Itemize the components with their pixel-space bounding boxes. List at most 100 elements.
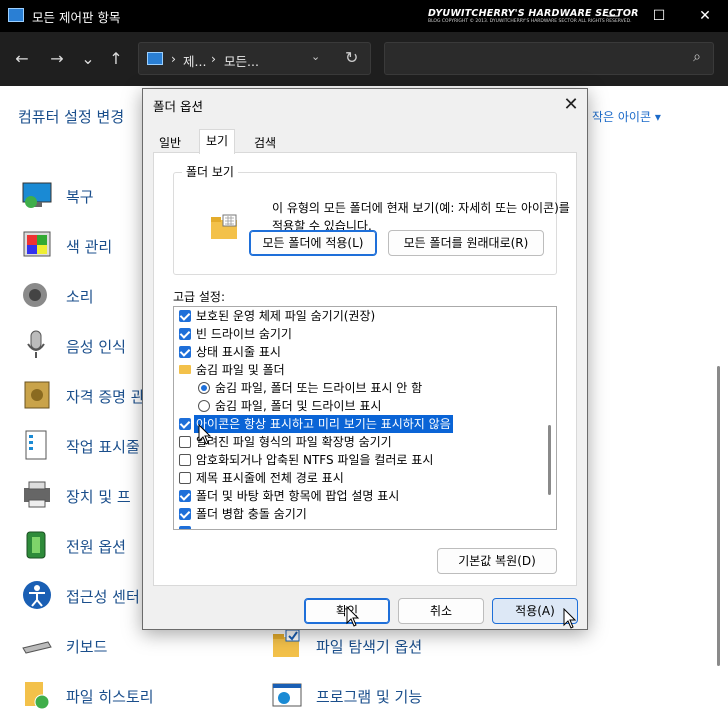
folder-views-title: 폴더 보기 bbox=[182, 163, 238, 180]
cp-item-color-management[interactable]: 색 관리 bbox=[20, 228, 140, 264]
list-item[interactable]: 제목 표시줄에 전체 경로 표시 bbox=[174, 469, 544, 487]
file-history-icon bbox=[25, 682, 50, 710]
cp-item-recovery[interactable]: 복구 bbox=[20, 178, 140, 214]
breadcrumb-item[interactable]: 모든... bbox=[224, 51, 259, 70]
cancel-button[interactable]: 취소 bbox=[398, 598, 484, 624]
taskbar-icon bbox=[25, 430, 47, 460]
list-item[interactable]: 폴더 및 바탕 화면 항목에 팝업 설명 표시 bbox=[174, 487, 544, 505]
view-by-dropdown[interactable]: 작은 아이콘 ▾ bbox=[592, 108, 661, 125]
checkbox-unchecked[interactable] bbox=[179, 472, 191, 484]
list-item[interactable]: 숨김 파일, 폴더 및 드라이브 표시 bbox=[174, 397, 544, 415]
list-item-label: 제목 표시줄에 전체 경로 표시 bbox=[196, 471, 344, 485]
back-button[interactable]: ← bbox=[10, 48, 34, 70]
cp-item-file-history[interactable]: 파일 히스토리 bbox=[20, 678, 180, 714]
checkbox-unchecked[interactable] bbox=[179, 436, 191, 448]
checkbox-checked[interactable] bbox=[179, 328, 191, 340]
list-item-label: 빈 드라이브 숨기기 bbox=[196, 327, 292, 341]
cp-item-label: 장치 및 프 bbox=[66, 488, 131, 506]
recent-locations-button[interactable]: ⌄ bbox=[76, 48, 100, 70]
list-item: 숨김 파일 및 폴더 bbox=[174, 361, 544, 379]
folder-icon bbox=[211, 214, 237, 239]
checkbox-checked[interactable] bbox=[179, 418, 191, 430]
list-item[interactable]: 폴더 병합 충돌 숨기기 bbox=[174, 505, 544, 523]
cp-item-ease-of-access[interactable]: 접근성 센터 bbox=[20, 578, 140, 614]
list-item[interactable]: 암호화되거나 압축된 NTFS 파일을 컬러로 표시 bbox=[174, 451, 544, 469]
chevron-down-icon[interactable]: ⌄ bbox=[311, 50, 320, 63]
list-item[interactable]: 빈 드라이브 숨기기 bbox=[174, 325, 544, 343]
tab-view[interactable]: 보기 bbox=[199, 129, 236, 154]
cp-item-power-options[interactable]: 전원 옵션 bbox=[20, 528, 140, 564]
checkbox-checked[interactable] bbox=[179, 310, 191, 322]
navigation-bar: ← → ⌄ ↑ › 제... › 모든... ⌄ ↻ ⌕ bbox=[0, 32, 728, 86]
cp-item-label: 프로그램 및 기능 bbox=[316, 688, 423, 706]
list-item[interactable] bbox=[174, 523, 544, 529]
checkbox-checked[interactable] bbox=[179, 508, 191, 520]
radio-unselected[interactable] bbox=[198, 400, 210, 412]
breadcrumb-separator: › bbox=[171, 51, 176, 66]
window-title: 모든 제어판 항목 bbox=[32, 10, 121, 25]
apply-to-folders-button[interactable]: 모든 폴더에 적용(L) bbox=[249, 230, 377, 256]
radio-selected[interactable] bbox=[198, 382, 210, 394]
tab-search[interactable]: 검색 bbox=[248, 132, 282, 153]
cp-item-taskbar[interactable]: 작업 표시줄 bbox=[20, 428, 140, 464]
mouse-cursor-icon bbox=[563, 608, 577, 629]
scrollbar[interactable] bbox=[717, 366, 720, 666]
folder-icon bbox=[179, 365, 191, 374]
cp-item-label: 음성 인식 bbox=[66, 338, 126, 356]
cp-item-devices-printers[interactable]: 장치 및 프 bbox=[20, 478, 140, 514]
keyboard-icon bbox=[22, 641, 52, 654]
search-input[interactable]: ⌕ bbox=[384, 42, 714, 75]
list-item-label: 숨김 파일, 폴더 또는 드라이브 표시 안 함 bbox=[215, 381, 423, 395]
checkbox-unchecked[interactable] bbox=[179, 454, 191, 466]
search-icon: ⌕ bbox=[693, 49, 701, 65]
list-item-label: 아이콘은 항상 표시하고 미리 보기는 표시하지 않음 bbox=[194, 415, 453, 433]
tab-general[interactable]: 일반 bbox=[153, 132, 187, 153]
list-item-label: 보호된 운영 체제 파일 숨기기(권장) bbox=[196, 309, 376, 323]
list-item-label: 폴더 병합 충돌 숨기기 bbox=[196, 507, 307, 521]
cp-item-file-explorer-options[interactable]: 파일 탐색기 옵션 bbox=[270, 628, 470, 664]
cp-item-label: 접근성 센터 bbox=[66, 588, 140, 606]
advanced-settings-list: 보호된 운영 체제 파일 숨기기(권장) 빈 드라이브 숨기기 상태 표시줄 표… bbox=[173, 306, 557, 530]
cp-item-label: 자격 증명 관 bbox=[66, 388, 145, 406]
checkbox-checked[interactable] bbox=[179, 490, 191, 502]
close-button[interactable]: ✕ bbox=[682, 0, 728, 32]
cp-item-label: 복구 bbox=[66, 188, 94, 206]
vault-icon bbox=[24, 381, 50, 409]
folder-views-group: 이 유형의 모든 폴더에 현재 보기(예: 자세히 또는 아이콘)를 적용할 수… bbox=[173, 172, 570, 275]
cp-item-label: 색 관리 bbox=[66, 238, 113, 256]
refresh-icon[interactable]: ↻ bbox=[345, 48, 358, 67]
close-icon[interactable]: ✕ bbox=[559, 93, 583, 117]
list-item-label: 상태 표시줄 표시 bbox=[196, 345, 281, 359]
microphone-icon bbox=[27, 330, 45, 358]
printer-icon bbox=[24, 481, 50, 508]
cp-item-credential-manager[interactable]: 자격 증명 관 bbox=[20, 378, 145, 414]
breadcrumb-separator: › bbox=[211, 51, 216, 66]
cp-item-keyboard[interactable]: 키보드 bbox=[20, 628, 140, 664]
breadcrumb-item[interactable]: 제... bbox=[183, 51, 206, 70]
list-item[interactable]: 보호된 운영 체제 파일 숨기기(권장) bbox=[174, 307, 544, 325]
speaker-icon bbox=[23, 283, 47, 307]
folder-options-dialog: 폴더 옵션 ✕ 일반 보기 검색 이 유형의 모든 폴더에 현재 보기(예: 자… bbox=[142, 88, 588, 630]
battery-icon bbox=[26, 531, 46, 559]
address-box[interactable]: › 제... › 모든... ⌄ ↻ bbox=[138, 42, 371, 75]
scrollbar[interactable] bbox=[548, 425, 551, 495]
up-button[interactable]: ↑ bbox=[104, 48, 128, 70]
cp-item-sound[interactable]: 소리 bbox=[20, 278, 140, 314]
cp-item-label: 키보드 bbox=[66, 638, 108, 656]
list-item[interactable]: 숨김 파일, 폴더 또는 드라이브 표시 안 함 bbox=[174, 379, 544, 397]
restore-defaults-button[interactable]: 기본값 복원(D) bbox=[437, 548, 557, 574]
list-item-selected[interactable]: 아이콘은 항상 표시하고 미리 보기는 표시하지 않음 bbox=[174, 415, 544, 433]
programs-icon bbox=[272, 683, 302, 707]
cp-item-programs-features[interactable]: 프로그램 및 기능 bbox=[270, 678, 470, 714]
reset-folders-button[interactable]: 모든 폴더를 원래대로(R) bbox=[388, 230, 544, 256]
checkbox-checked[interactable] bbox=[179, 346, 191, 358]
list-item[interactable]: 상태 표시줄 표시 bbox=[174, 343, 544, 361]
forward-button[interactable]: → bbox=[45, 48, 69, 70]
control-panel-icon bbox=[8, 8, 24, 22]
maximize-button[interactable]: ☐ bbox=[636, 0, 682, 32]
cp-item-speech-recognition[interactable]: 음성 인식 bbox=[20, 328, 140, 364]
dialog-title: 폴더 옵션 bbox=[153, 99, 203, 114]
checkbox-checked[interactable] bbox=[179, 526, 191, 529]
minimize-button[interactable]: — bbox=[590, 0, 636, 32]
list-item[interactable]: 알려진 파일 형식의 파일 확장명 숨기기 bbox=[174, 433, 544, 451]
